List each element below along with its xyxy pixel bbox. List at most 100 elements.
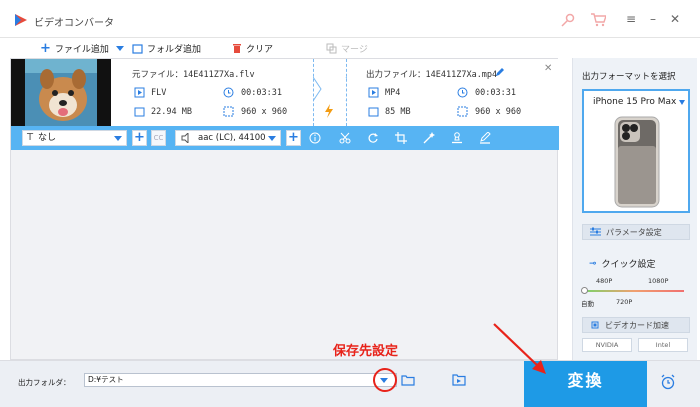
edit-toolbar: T なし + CC aac (LC), 44100 + — [11, 126, 559, 150]
output-folder-label: 出力フォルダ： — [18, 378, 71, 387]
annotation-label: 保存先設定 — [333, 344, 399, 359]
output-resolution: 960 x 960 — [475, 107, 522, 117]
output-format-selector[interactable]: iPhone 15 Pro Max — [582, 89, 690, 213]
alarm-clock-icon[interactable] — [660, 374, 676, 390]
plus-icon: + — [40, 40, 51, 56]
source-file-label: 元ファイル：14E411Z7Xa.flv — [132, 68, 255, 80]
source-label-text: 元ファイル： — [132, 70, 184, 80]
dog-thumbnail-image — [25, 59, 97, 126]
remove-file-icon[interactable]: ✕ — [544, 63, 552, 74]
key-icon[interactable] — [560, 12, 576, 28]
subtitle-select[interactable]: T なし — [22, 130, 127, 146]
iphone-image — [614, 116, 660, 208]
add-audio-button[interactable]: + — [286, 130, 301, 146]
crop-icon[interactable] — [395, 132, 407, 144]
video-format-icon — [134, 87, 145, 98]
output-format-icon — [368, 87, 379, 98]
quality-slider-handle[interactable] — [581, 287, 588, 294]
speaker-icon — [181, 133, 189, 143]
output-format-panel: 出力フォーマットを選択 iPhone 15 Pro Max パラメータ設定 ⊸ … — [572, 58, 697, 360]
subtitle-dropdown-icon — [114, 136, 122, 141]
scale-480p: 480P — [596, 277, 613, 285]
title-bar: ビデオコンバータ ≡ – ✕ — [0, 0, 700, 38]
subtitle-edit-icon[interactable] — [479, 132, 491, 144]
watermark-stamp-icon[interactable] — [451, 132, 463, 144]
add-file-button[interactable]: + ファイル追加 — [40, 40, 109, 56]
audio-track-select[interactable]: aac (LC), 44100 — [175, 130, 281, 146]
output-folder-input[interactable]: D:¥テスト — [84, 373, 397, 387]
open-output-folder-icon[interactable] — [452, 373, 466, 386]
gpu-chip-icon — [591, 321, 599, 329]
clear-button[interactable]: クリア — [232, 41, 273, 55]
merge-label: マージ — [341, 44, 368, 55]
toolbar: + ファイル追加 フォルダ追加 クリア マージ — [0, 38, 700, 58]
output-file-name: 14E411Z7Xa.mp4 — [425, 70, 498, 80]
device-name: iPhone 15 Pro Max — [593, 97, 677, 107]
clock-icon — [223, 87, 234, 98]
rotate-icon[interactable] — [367, 132, 379, 144]
browse-folder-icon[interactable] — [401, 374, 415, 386]
info-icon[interactable] — [309, 132, 321, 144]
audio-value: aac (LC), 44100 — [198, 133, 266, 143]
add-folder-button[interactable]: フォルダ追加 — [132, 41, 201, 55]
scale-1080p: 1080P — [648, 277, 669, 285]
rename-pencil-icon[interactable] — [495, 67, 505, 77]
menu-icon[interactable]: ≡ — [622, 10, 640, 28]
arrow-chevron-icon — [313, 77, 347, 102]
clear-label: クリア — [246, 44, 274, 55]
output-file-label: 出力ファイル：14E411Z7Xa.mp4 — [366, 68, 497, 80]
source-duration: 00:03:31 — [241, 88, 282, 98]
file-size-icon — [134, 107, 145, 117]
output-format: MP4 — [385, 88, 401, 98]
gpu-acceleration-button[interactable]: ビデオカード加速 — [582, 317, 690, 333]
source-format: FLV — [151, 88, 167, 98]
annotation-circle — [373, 368, 397, 392]
source-size: 22.94 MB — [151, 107, 192, 117]
add-folder-label: フォルダ追加 — [147, 44, 202, 55]
output-clock-icon — [457, 87, 468, 98]
quick-settings-title: ⊸ クイック設定 — [589, 257, 656, 271]
output-format-title: 出力フォーマットを選択 — [582, 72, 676, 82]
lightning-icon[interactable] — [324, 104, 334, 118]
intel-badge: Intel — [638, 338, 688, 352]
source-file-name: 14E411Z7Xa.flv — [183, 70, 255, 80]
subtitle-value: なし — [38, 133, 57, 143]
output-size: 85 MB — [385, 107, 411, 117]
scissors-icon[interactable] — [339, 132, 351, 144]
add-file-dropdown-icon[interactable] — [116, 46, 124, 51]
close-button[interactable]: ✕ — [666, 10, 684, 28]
output-duration: 00:03:31 — [475, 88, 516, 98]
audio-dropdown-icon — [268, 136, 276, 141]
cc-button[interactable]: CC — [151, 130, 166, 146]
parameter-settings-label: パラメータ設定 — [606, 227, 662, 237]
window-title: ビデオコンバータ — [34, 18, 114, 29]
folder-add-icon — [132, 43, 143, 54]
output-label-text: 出力ファイル： — [366, 70, 426, 80]
scale-720p: 720P — [616, 298, 633, 306]
app-logo-icon — [15, 14, 27, 26]
output-resolution-icon — [457, 106, 468, 117]
text-t-icon: T — [27, 132, 34, 143]
effects-wand-icon[interactable] — [423, 132, 435, 144]
output-size-icon — [368, 107, 379, 117]
video-thumbnail[interactable] — [11, 59, 111, 126]
minimize-button[interactable]: – — [644, 10, 662, 28]
device-dropdown-icon — [679, 100, 685, 105]
quick-settings-label: クイック設定 — [601, 260, 656, 270]
sliders-icon — [590, 227, 601, 236]
source-resolution: 960 x 960 — [241, 107, 288, 117]
add-file-label: ファイル追加 — [54, 44, 109, 55]
add-subtitle-button[interactable]: + — [132, 130, 147, 146]
annotation-arrow-icon — [493, 323, 546, 374]
parameter-settings-button[interactable]: パラメータ設定 — [582, 224, 690, 240]
gpu-acceleration-label: ビデオカード加速 — [605, 320, 669, 330]
nvidia-badge: NVIDIA — [582, 338, 632, 352]
file-list-area: 元ファイル：14E411Z7Xa.flv FLV 00:03:31 22.94 … — [10, 58, 559, 360]
merge-button[interactable]: マージ — [326, 41, 368, 55]
bottom-bar: 出力フォルダ： D:¥テスト 変換 — [0, 360, 700, 407]
resolution-icon — [223, 106, 234, 117]
file-item[interactable]: 元ファイル：14E411Z7Xa.flv FLV 00:03:31 22.94 … — [11, 59, 559, 126]
quality-slider-track[interactable] — [584, 290, 684, 292]
quick-settings-icon: ⊸ — [589, 258, 597, 269]
cart-icon[interactable] — [590, 12, 606, 28]
